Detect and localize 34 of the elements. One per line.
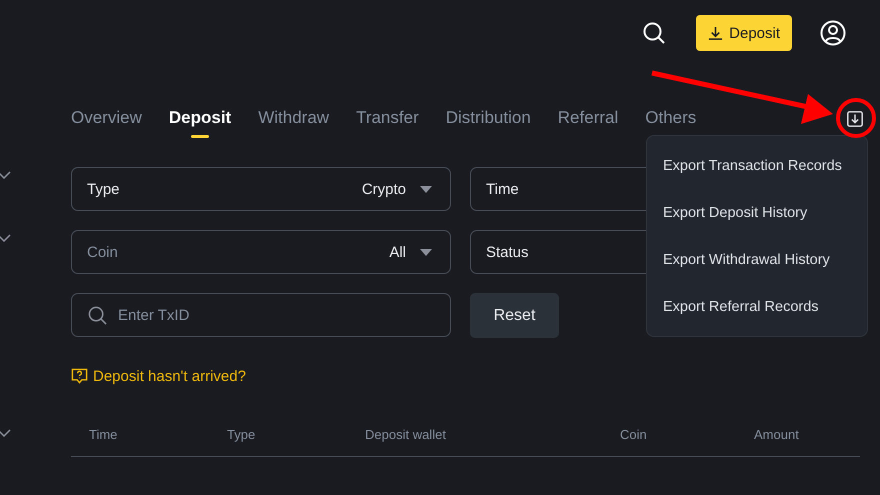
tab[interactable]: Others <box>645 108 696 138</box>
reset-button[interactable]: Reset <box>470 293 559 338</box>
caret-down-icon <box>420 248 432 256</box>
column-header: Deposit wallet <box>365 427 446 442</box>
user-icon[interactable] <box>820 20 846 46</box>
tab[interactable]: Distribution <box>446 108 531 138</box>
export-button[interactable] <box>844 108 866 130</box>
menu-item[interactable]: Export Referral Records <box>647 283 867 330</box>
tab[interactable]: Withdraw <box>258 108 330 138</box>
tab[interactable]: Deposit <box>168 108 232 138</box>
highlight-circle <box>836 98 876 138</box>
chevron-down-icon[interactable] <box>0 234 11 242</box>
chevron-down-icon[interactable] <box>0 171 11 179</box>
tab[interactable]: Transfer <box>356 108 419 138</box>
deposit-button[interactable]: Deposit <box>696 15 792 51</box>
column-header: Type <box>227 427 256 442</box>
menu-item[interactable]: Export Deposit History <box>647 189 867 236</box>
help-icon <box>71 368 88 385</box>
caret-down-icon <box>420 186 432 192</box>
search-icon <box>88 306 107 325</box>
search-icon[interactable] <box>642 21 666 45</box>
tab[interactable]: Overview <box>71 108 142 138</box>
chevron-down-icon[interactable] <box>0 429 11 437</box>
download-icon <box>708 26 724 40</box>
help-link[interactable]: Deposit hasn't arrived? <box>71 368 246 385</box>
column-header: Coin <box>620 427 647 442</box>
menu-item[interactable]: Export Withdrawal History <box>647 236 867 283</box>
select-field[interactable]: Type Crypto <box>71 167 451 211</box>
menu-item[interactable]: Export Transaction Records <box>647 142 867 189</box>
tab[interactable]: Referral <box>558 108 618 138</box>
column-header: Time <box>89 427 118 442</box>
column-header: Amount <box>754 427 799 442</box>
search-field[interactable]: Enter TxID <box>71 293 451 337</box>
coin-select[interactable]: Coin All <box>71 230 451 274</box>
